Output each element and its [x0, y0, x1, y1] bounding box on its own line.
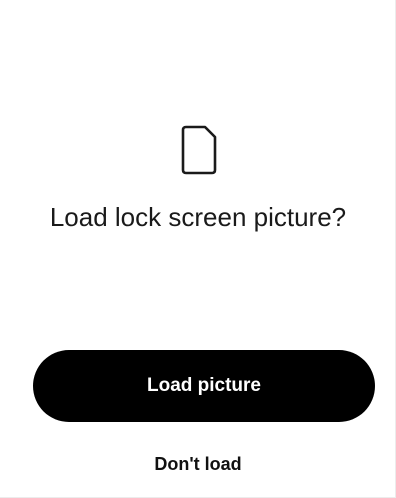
- icon-container: [0, 124, 396, 176]
- dialog-title: Load lock screen picture?: [49, 202, 347, 232]
- load-picture-dialog: Load lock screen picture? Load picture D…: [0, 0, 396, 498]
- sd-card-icon: [181, 125, 217, 175]
- dont-load-button[interactable]: Don't load: [98, 446, 298, 482]
- load-picture-button[interactable]: Load picture: [33, 350, 375, 422]
